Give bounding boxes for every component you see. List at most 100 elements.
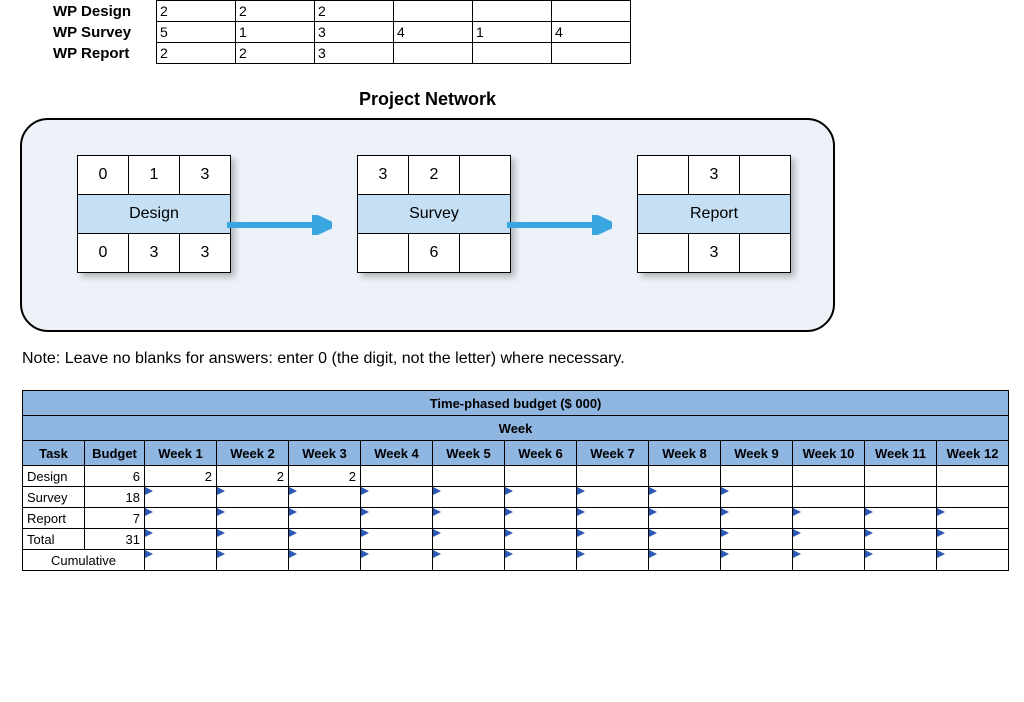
budget-input-cell[interactable] — [145, 550, 217, 571]
budget-input-cell[interactable] — [577, 550, 649, 571]
budget-cell — [577, 466, 649, 487]
budget-input-cell[interactable] — [433, 529, 505, 550]
input-flag-icon — [217, 529, 225, 537]
budget-input-cell[interactable] — [721, 529, 793, 550]
node-cell: 1 — [129, 156, 180, 195]
node-cell — [358, 234, 409, 273]
budget-input-cell[interactable] — [217, 550, 289, 571]
budget-input-cell[interactable] — [289, 550, 361, 571]
input-flag-icon — [865, 529, 873, 537]
budget-input-cell[interactable] — [649, 550, 721, 571]
node-cell: 6 — [409, 234, 460, 273]
budget-input-cell[interactable] — [577, 529, 649, 550]
network-node-design: 013Design033 — [77, 155, 231, 273]
budget-input-cell[interactable] — [865, 529, 937, 550]
wp-cell: 2 — [236, 1, 315, 22]
input-flag-icon — [865, 508, 873, 516]
budget-input-cell[interactable] — [361, 529, 433, 550]
budget-input-cell[interactable] — [649, 529, 721, 550]
budget-input-cell[interactable] — [361, 487, 433, 508]
budget-input-cell[interactable] — [145, 487, 217, 508]
input-flag-icon — [793, 508, 801, 516]
budget-input-cell[interactable] — [145, 508, 217, 529]
node-cell: 0 — [78, 234, 129, 273]
budget-cell — [721, 466, 793, 487]
budget-input-cell[interactable] — [865, 508, 937, 529]
input-flag-icon — [289, 508, 297, 516]
budget-input-cell[interactable] — [217, 529, 289, 550]
node-cell: 3 — [358, 156, 409, 195]
budget-col-header: Week 3 — [289, 441, 361, 466]
budget-input-cell[interactable] — [505, 487, 577, 508]
budget-input-cell[interactable] — [361, 508, 433, 529]
input-flag-icon — [433, 529, 441, 537]
budget-input-cell[interactable] — [289, 487, 361, 508]
budget-value: 7 — [85, 508, 145, 529]
input-flag-icon — [793, 550, 801, 558]
budget-input-cell[interactable] — [289, 529, 361, 550]
budget-input-cell[interactable] — [649, 508, 721, 529]
budget-col-header: Week 4 — [361, 441, 433, 466]
budget-title-header: Time-phased budget ($ 000) — [23, 391, 1009, 416]
input-flag-icon — [433, 550, 441, 558]
input-flag-icon — [937, 550, 945, 558]
wp-cell — [473, 43, 552, 64]
budget-value: 31 — [85, 529, 145, 550]
budget-input-cell[interactable] — [577, 508, 649, 529]
budget-input-cell[interactable] — [289, 508, 361, 529]
budget-input-cell[interactable] — [937, 550, 1009, 571]
node-cell: 3 — [180, 234, 231, 273]
budget-input-cell[interactable] — [937, 508, 1009, 529]
budget-input-cell[interactable] — [793, 529, 865, 550]
budget-col-header: Week 1 — [145, 441, 217, 466]
budget-input-cell[interactable] — [649, 487, 721, 508]
wp-cell: 2 — [315, 1, 394, 22]
network-node-report: 3Report3 — [637, 155, 791, 273]
input-flag-icon — [505, 487, 513, 495]
budget-input-cell[interactable] — [865, 550, 937, 571]
input-flag-icon — [865, 550, 873, 558]
budget-input-cell[interactable] — [433, 550, 505, 571]
node-cell — [638, 156, 689, 195]
budget-cell — [361, 466, 433, 487]
budget-input-cell[interactable] — [361, 550, 433, 571]
budget-value: 18 — [85, 487, 145, 508]
project-network: Project Network 013Design03332Survey63Re… — [20, 89, 835, 332]
budget-input-cell[interactable] — [721, 508, 793, 529]
input-flag-icon — [721, 529, 729, 537]
input-flag-icon — [577, 508, 585, 516]
wp-cell — [394, 43, 473, 64]
budget-input-cell[interactable] — [217, 508, 289, 529]
budget-input-cell[interactable] — [217, 487, 289, 508]
input-flag-icon — [649, 487, 657, 495]
wp-cell: 1 — [236, 22, 315, 43]
wp-cell: 3 — [315, 22, 394, 43]
budget-input-cell[interactable] — [937, 529, 1009, 550]
budget-input-cell[interactable] — [793, 508, 865, 529]
budget-input-cell[interactable] — [505, 508, 577, 529]
budget-input-cell[interactable] — [145, 529, 217, 550]
wp-row-label: WP Report — [50, 43, 157, 64]
wp-cell: 2 — [236, 43, 315, 64]
budget-input-cell[interactable] — [721, 550, 793, 571]
input-flag-icon — [937, 529, 945, 537]
input-flag-icon — [145, 550, 153, 558]
budget-col-header: Week 7 — [577, 441, 649, 466]
budget-input-cell[interactable] — [721, 487, 793, 508]
input-flag-icon — [289, 529, 297, 537]
budget-input-cell[interactable] — [577, 487, 649, 508]
budget-col-header: Week 9 — [721, 441, 793, 466]
node-cell: 3 — [180, 156, 231, 195]
budget-input-cell[interactable] — [793, 550, 865, 571]
budget-col-header: Week 12 — [937, 441, 1009, 466]
budget-input-cell[interactable] — [433, 487, 505, 508]
budget-input-cell[interactable] — [505, 550, 577, 571]
budget-col-header: Budget — [85, 441, 145, 466]
arrow-icon — [227, 215, 332, 235]
budget-col-header: Week 2 — [217, 441, 289, 466]
node-cell — [638, 234, 689, 273]
budget-input-cell[interactable] — [433, 508, 505, 529]
input-flag-icon — [721, 508, 729, 516]
input-flag-icon — [361, 550, 369, 558]
budget-input-cell[interactable] — [505, 529, 577, 550]
